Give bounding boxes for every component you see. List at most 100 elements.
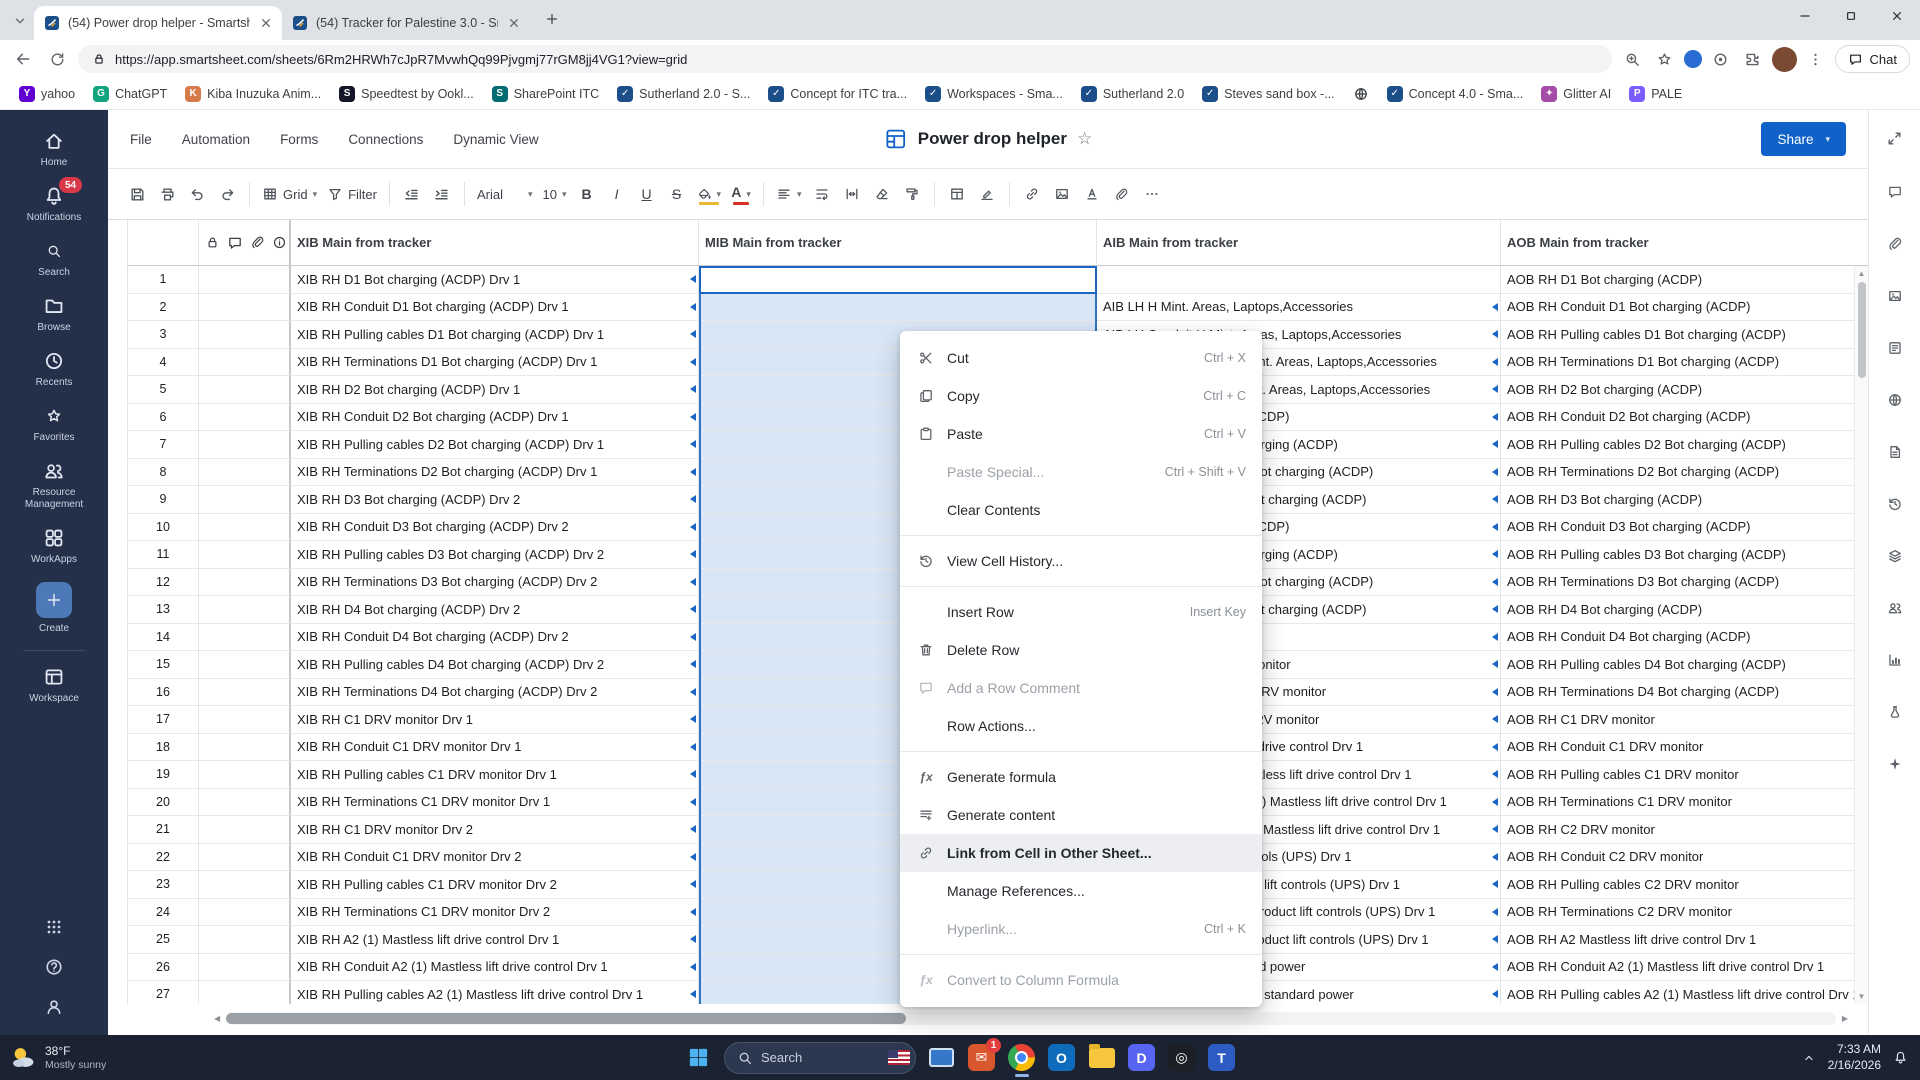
help-icon[interactable] bbox=[44, 957, 64, 977]
row-number[interactable]: 23 bbox=[127, 871, 199, 899]
column-header-aib[interactable]: AIB Main from tracker bbox=[1097, 220, 1501, 266]
row-icons-gutter[interactable] bbox=[199, 843, 291, 871]
outlook-icon[interactable]: O bbox=[1045, 1041, 1078, 1074]
row-icons-gutter[interactable] bbox=[199, 953, 291, 981]
row-number[interactable]: 8 bbox=[127, 458, 199, 486]
cell-aob[interactable]: AOB RH Conduit A2 (1) Mastless lift driv… bbox=[1501, 954, 1868, 981]
menu-item-generate-content[interactable]: Generate content bbox=[900, 796, 1262, 834]
scroll-left-arrow-icon[interactable]: ◀ bbox=[214, 1014, 220, 1023]
filter-button[interactable]: Filter bbox=[322, 179, 382, 209]
menu-item-delete-row[interactable]: Delete Row bbox=[900, 631, 1262, 669]
row-number[interactable]: 19 bbox=[127, 761, 199, 789]
sidebar-item-workspace[interactable]: Workspace bbox=[0, 658, 108, 713]
row-icons-gutter[interactable] bbox=[199, 403, 291, 431]
cell-aob[interactable]: AOB RH Conduit C1 DRV monitor bbox=[1501, 734, 1868, 761]
cell-aob[interactable]: AOB RH Pulling cables D2 Bot charging (A… bbox=[1501, 431, 1868, 459]
start-button[interactable] bbox=[682, 1041, 715, 1074]
cell-xib[interactable]: XIB RH Terminations D1 Bot charging (ACD… bbox=[291, 348, 699, 376]
row-number[interactable]: 10 bbox=[127, 513, 199, 541]
conversations-icon[interactable] bbox=[1883, 180, 1907, 204]
row-icons-gutter[interactable] bbox=[199, 651, 291, 679]
insert-link-button[interactable] bbox=[1017, 179, 1047, 209]
cell-xib[interactable]: XIB RH Terminations C1 DRV monitor Drv 1 bbox=[291, 788, 699, 816]
cell-xib[interactable]: XIB RH A2 (1) Mastless lift drive contro… bbox=[291, 926, 699, 954]
browser-menu-icon[interactable] bbox=[1803, 46, 1829, 72]
cell-xib[interactable]: XIB RH Pulling cables A2 (1) Mastless li… bbox=[291, 981, 699, 1004]
menu-item-view-cell-history[interactable]: View Cell History... bbox=[900, 542, 1262, 580]
cell-aob[interactable]: AOB RH Conduit D2 Bot charging (ACDP) bbox=[1501, 404, 1868, 431]
vertical-scrollbar[interactable]: ▲ ▼ bbox=[1854, 266, 1868, 1004]
cell-aob[interactable]: AOB RH Pulling cables A2 (1) Mastless li… bbox=[1501, 981, 1868, 1004]
bookmark-item-glitter-ai[interactable]: ✦ Glitter AI bbox=[1534, 83, 1618, 105]
scroll-right-arrow-icon[interactable]: ▶ bbox=[1842, 1014, 1848, 1023]
cell-xib[interactable]: XIB RH Conduit A2 (1) Mastless lift driv… bbox=[291, 953, 699, 981]
cell-mib[interactable] bbox=[699, 293, 1097, 321]
row-icons-gutter[interactable] bbox=[199, 596, 291, 624]
row-icons-gutter[interactable] bbox=[199, 513, 291, 541]
cell-xib[interactable]: XIB RH Terminations D3 Bot charging (ACD… bbox=[291, 568, 699, 596]
publish-icon[interactable] bbox=[1883, 388, 1907, 412]
row-number[interactable]: 26 bbox=[127, 953, 199, 981]
chrome-icon[interactable] bbox=[1005, 1041, 1038, 1077]
tab-close-icon[interactable] bbox=[258, 15, 274, 31]
row-icons-gutter[interactable] bbox=[199, 898, 291, 926]
table-button[interactable] bbox=[942, 179, 972, 209]
cell-xib[interactable]: XIB RH Terminations D2 Bot charging (ACD… bbox=[291, 458, 699, 486]
cell-aob[interactable]: AOB RH Conduit D4 Bot charging (ACDP) bbox=[1501, 624, 1868, 651]
menu-item-generate-formula[interactable]: ƒx Generate formula bbox=[900, 758, 1262, 796]
cell-aob[interactable]: AOB RH Terminations C1 DRV monitor bbox=[1501, 789, 1868, 816]
clear-format-button[interactable] bbox=[867, 179, 897, 209]
cell-xib[interactable]: XIB RH Pulling cables D4 Bot charging (A… bbox=[291, 651, 699, 679]
save-button[interactable] bbox=[122, 179, 152, 209]
strikethrough-button[interactable]: S bbox=[662, 179, 692, 209]
row-number[interactable]: 1 bbox=[127, 266, 199, 294]
bookmark-item-concept-for-itc-tra[interactable]: ✓ Concept for ITC tra... bbox=[761, 83, 914, 105]
sidebar-item-search[interactable]: Search bbox=[0, 232, 108, 287]
cell-xib[interactable]: XIB RH Pulling cables C1 DRV monitor Drv… bbox=[291, 871, 699, 899]
cell-aob[interactable]: AOB RH D3 Bot charging (ACDP) bbox=[1501, 486, 1868, 514]
row-number[interactable]: 5 bbox=[127, 376, 199, 404]
refresh-icon[interactable] bbox=[44, 46, 70, 72]
more-tools-button[interactable] bbox=[1137, 179, 1167, 209]
print-button[interactable] bbox=[152, 179, 182, 209]
bookmark-item[interactable] bbox=[1346, 83, 1376, 105]
row-icons-gutter[interactable] bbox=[199, 926, 291, 954]
menu-item-clear-contents[interactable]: Clear Contents bbox=[900, 491, 1262, 529]
view-selector[interactable]: Grid ▾ bbox=[257, 179, 322, 209]
cell-aob[interactable]: AOB RH Pulling cables C2 DRV monitor bbox=[1501, 871, 1868, 899]
extension-puzzle-icon[interactable] bbox=[1740, 46, 1766, 72]
menu-item-manage-references[interactable]: Manage References... bbox=[900, 872, 1262, 910]
tab-close-icon[interactable] bbox=[506, 15, 522, 31]
close-icon[interactable] bbox=[1874, 0, 1920, 32]
row-number[interactable]: 6 bbox=[127, 403, 199, 431]
cell-aob[interactable]: AOB RH Conduit C2 DRV monitor bbox=[1501, 844, 1868, 871]
row-number[interactable]: 27 bbox=[127, 981, 199, 1004]
menu-item-convert-to-column-formula[interactable]: ƒx Convert to Column Formula bbox=[900, 961, 1262, 999]
menu-file[interactable]: File bbox=[130, 132, 152, 147]
column-header-xib[interactable]: XIB Main from tracker bbox=[291, 220, 699, 266]
fill-color-button[interactable]: ▾ bbox=[692, 179, 727, 209]
row-icons-gutter[interactable] bbox=[199, 761, 291, 789]
bookmark-item-workspaces-sma[interactable]: ✓ Workspaces - Sma... bbox=[918, 83, 1070, 105]
row-icons-gutter[interactable] bbox=[199, 293, 291, 321]
wrap-text-button[interactable] bbox=[807, 179, 837, 209]
cell-aob[interactable]: AOB RH D4 Bot charging (ACDP) bbox=[1501, 596, 1868, 624]
align-button[interactable]: ▾ bbox=[771, 179, 807, 209]
cell-aib[interactable] bbox=[1097, 266, 1501, 294]
connections-icon[interactable] bbox=[1883, 700, 1907, 724]
bookmark-item-pale[interactable]: P PALE bbox=[1622, 83, 1689, 105]
row-number[interactable]: 15 bbox=[127, 651, 199, 679]
row-number[interactable]: 21 bbox=[127, 816, 199, 844]
new-tab-button[interactable] bbox=[538, 5, 566, 33]
cell-aob[interactable]: AOB RH Terminations D1 Bot charging (ACD… bbox=[1501, 349, 1868, 376]
row-icons-gutter[interactable] bbox=[199, 266, 291, 294]
menu-item-copy[interactable]: Copy Ctrl + C bbox=[900, 377, 1262, 415]
row-number[interactable]: 12 bbox=[127, 568, 199, 596]
bold-button[interactable]: B bbox=[572, 179, 602, 209]
row-number[interactable]: 4 bbox=[127, 348, 199, 376]
bookmark-item-yahoo[interactable]: Yyahoo bbox=[12, 83, 82, 105]
format-painter-button[interactable] bbox=[897, 179, 927, 209]
sidebar-item-recents[interactable]: Recents bbox=[0, 342, 108, 397]
horizontal-scroll-track[interactable] bbox=[226, 1012, 1836, 1025]
bookmark-item-concept-4-0-sma[interactable]: ✓ Concept 4.0 - Sma... bbox=[1380, 83, 1531, 105]
